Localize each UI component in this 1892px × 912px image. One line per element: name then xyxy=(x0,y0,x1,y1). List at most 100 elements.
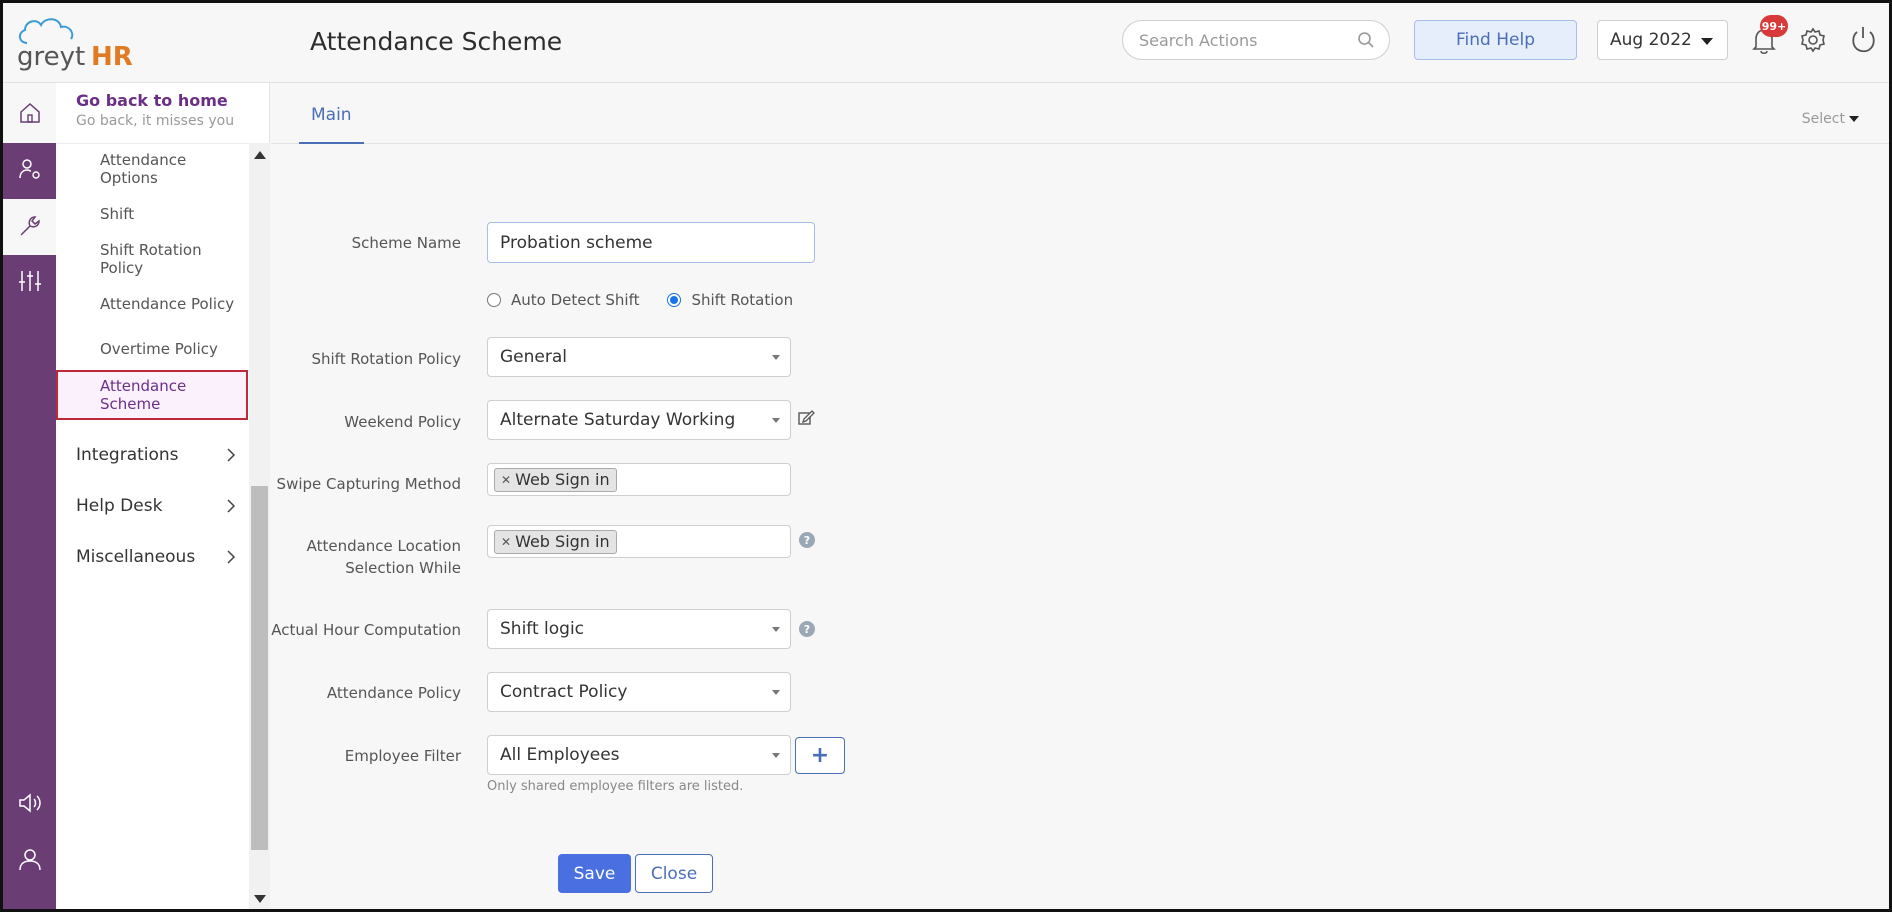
shift-rotation-policy-value: General xyxy=(500,347,567,367)
power-icon[interactable] xyxy=(1849,25,1877,57)
actual-hour-computation-value: Shift logic xyxy=(500,619,585,639)
auto-detect-shift-radio[interactable] xyxy=(487,293,501,307)
caret-down-icon xyxy=(1849,116,1859,122)
tag-label: Web Sign in xyxy=(515,470,610,489)
wrench-icon[interactable] xyxy=(17,213,43,239)
side-navigation: Go back to home Go back, it misses you A… xyxy=(56,83,270,909)
go-back-home-link[interactable]: Go back to home Go back, it misses you xyxy=(76,91,234,129)
sidebar-group-miscellaneous[interactable]: Miscellaneous xyxy=(76,537,236,577)
dropdown-arrow-icon xyxy=(772,418,780,423)
edit-icon[interactable] xyxy=(797,409,815,431)
employee-filter-select[interactable]: All Employees xyxy=(487,735,791,775)
attendance-location-field[interactable]: ✕ Web Sign in xyxy=(487,525,791,558)
tab-bar: Main Select xyxy=(271,83,1889,144)
tab-main[interactable]: Main xyxy=(299,105,364,144)
sidebar-item-attendance-policy[interactable]: Attendance Policy xyxy=(56,281,248,327)
employee-filter-label: Employee Filter xyxy=(344,747,461,765)
sidebar-item-attendance-scheme[interactable]: Attendance Scheme xyxy=(56,370,248,420)
sidebar-group-label: Help Desk xyxy=(76,496,163,516)
scheme-name-input[interactable] xyxy=(500,232,800,253)
swipe-capturing-method-field[interactable]: ✕ Web Sign in xyxy=(487,463,791,496)
shift-rotation-policy-label: Shift Rotation Policy xyxy=(311,350,461,368)
sidebar-group-integrations[interactable]: Integrations xyxy=(76,435,236,475)
page-title: Attendance Scheme xyxy=(310,27,563,56)
caret-down-icon xyxy=(1701,38,1713,45)
remove-tag-icon[interactable]: ✕ xyxy=(501,473,511,487)
attendance-location-label: Attendance Location Selection While xyxy=(271,535,461,579)
weekend-policy-select[interactable]: Alternate Saturday Working xyxy=(487,400,791,440)
close-button[interactable]: Close xyxy=(635,854,713,893)
scroll-up-arrow-icon[interactable] xyxy=(254,151,266,159)
sidebar-item-shift-rotation-policy[interactable]: Shift Rotation Policy xyxy=(56,236,248,282)
logo-text-hr: HR xyxy=(91,42,133,72)
scheme-name-label: Scheme Name xyxy=(351,234,461,252)
add-filter-button[interactable]: + xyxy=(795,737,845,774)
month-selector[interactable]: Aug 2022 xyxy=(1597,20,1728,60)
search-input[interactable] xyxy=(1139,29,1349,51)
employee-filter-hint: Only shared employee filters are listed. xyxy=(487,779,744,794)
scroll-down-arrow-icon[interactable] xyxy=(254,895,266,903)
chevron-right-icon xyxy=(226,549,236,570)
help-icon[interactable]: ? xyxy=(799,532,815,548)
dropdown-arrow-icon xyxy=(772,355,780,360)
dropdown-arrow-icon xyxy=(772,690,780,695)
sidebar-group-label: Miscellaneous xyxy=(76,547,196,567)
user-settings-icon[interactable] xyxy=(17,156,43,182)
logo-text-grey: greyt xyxy=(17,42,85,72)
icon-rail xyxy=(3,83,56,909)
home-icon[interactable] xyxy=(17,100,43,126)
month-value: Aug 2022 xyxy=(1610,30,1692,50)
remove-tag-icon[interactable]: ✕ xyxy=(501,535,511,549)
selected-tag: ✕ Web Sign in xyxy=(494,529,617,554)
select-label: Select xyxy=(1801,111,1845,127)
sliders-icon[interactable] xyxy=(17,268,43,294)
sidebar-item-shift[interactable]: Shift xyxy=(56,191,248,237)
employee-filter-value: All Employees xyxy=(500,745,620,765)
actual-hour-computation-label: Actual Hour Computation xyxy=(271,621,461,639)
divider xyxy=(56,143,270,144)
actual-hour-computation-select[interactable]: Shift logic xyxy=(487,609,791,649)
attendance-policy-select[interactable]: Contract Policy xyxy=(487,672,791,712)
sidebar-item-overtime-policy[interactable]: Overtime Policy xyxy=(56,326,248,372)
sidebar-group-label: Integrations xyxy=(76,445,179,465)
home-link-subtitle: Go back, it misses you xyxy=(76,113,235,129)
shift-rotation-label[interactable]: Shift Rotation xyxy=(691,291,793,309)
greythr-logo[interactable]: greyt HR xyxy=(13,15,143,73)
attendance-policy-value: Contract Policy xyxy=(500,682,628,702)
help-icon[interactable]: ? xyxy=(799,621,815,637)
save-button[interactable]: Save xyxy=(558,854,631,893)
attendance-policy-label: Attendance Policy xyxy=(326,684,461,702)
auto-detect-shift-label[interactable]: Auto Detect Shift xyxy=(511,291,639,309)
find-help-button[interactable]: Find Help xyxy=(1414,20,1577,60)
selected-tag: ✕ Web Sign in xyxy=(494,467,617,492)
shift-rotation-policy-select[interactable]: General xyxy=(487,337,791,377)
gear-icon[interactable] xyxy=(1800,27,1826,57)
tag-label: Web Sign in xyxy=(515,532,610,551)
weekend-policy-label: Weekend Policy xyxy=(344,413,461,431)
attendance-location-label-line-1: Attendance Location xyxy=(306,537,461,555)
chevron-right-icon xyxy=(226,447,236,468)
shift-rotation-radio[interactable] xyxy=(667,293,682,307)
search-box[interactable] xyxy=(1122,20,1390,60)
main-content: Main Select Scheme Name Auto Detect Shif… xyxy=(271,83,1889,909)
chevron-right-icon xyxy=(226,498,236,519)
scrollbar-thumb[interactable] xyxy=(251,486,268,850)
dropdown-arrow-icon xyxy=(772,753,780,758)
sidebar-item-attendance-options[interactable]: Attendance Options xyxy=(56,146,248,192)
swipe-capturing-method-label: Swipe Capturing Method xyxy=(276,475,461,493)
plus-icon: + xyxy=(810,743,830,768)
attendance-location-label-line-2: Selection While xyxy=(345,559,461,577)
profile-icon[interactable] xyxy=(17,846,43,872)
sidebar-scrollbar[interactable] xyxy=(249,143,270,909)
dropdown-arrow-icon xyxy=(772,627,780,632)
search-icon[interactable] xyxy=(1357,31,1375,53)
home-link-title: Go back to home xyxy=(76,91,228,110)
shift-mode-radio-group: Auto Detect Shift Shift Rotation xyxy=(487,291,793,309)
scheme-name-field[interactable] xyxy=(487,222,815,263)
speaker-icon[interactable] xyxy=(17,790,43,816)
weekend-policy-value: Alternate Saturday Working xyxy=(500,410,736,430)
sidebar-group-help-desk[interactable]: Help Desk xyxy=(76,486,236,526)
select-dropdown[interactable]: Select xyxy=(1802,111,1859,127)
notification-badge: 99+ xyxy=(1760,15,1788,37)
top-bar: greyt HR Attendance Scheme Find Help Aug… xyxy=(3,3,1889,83)
